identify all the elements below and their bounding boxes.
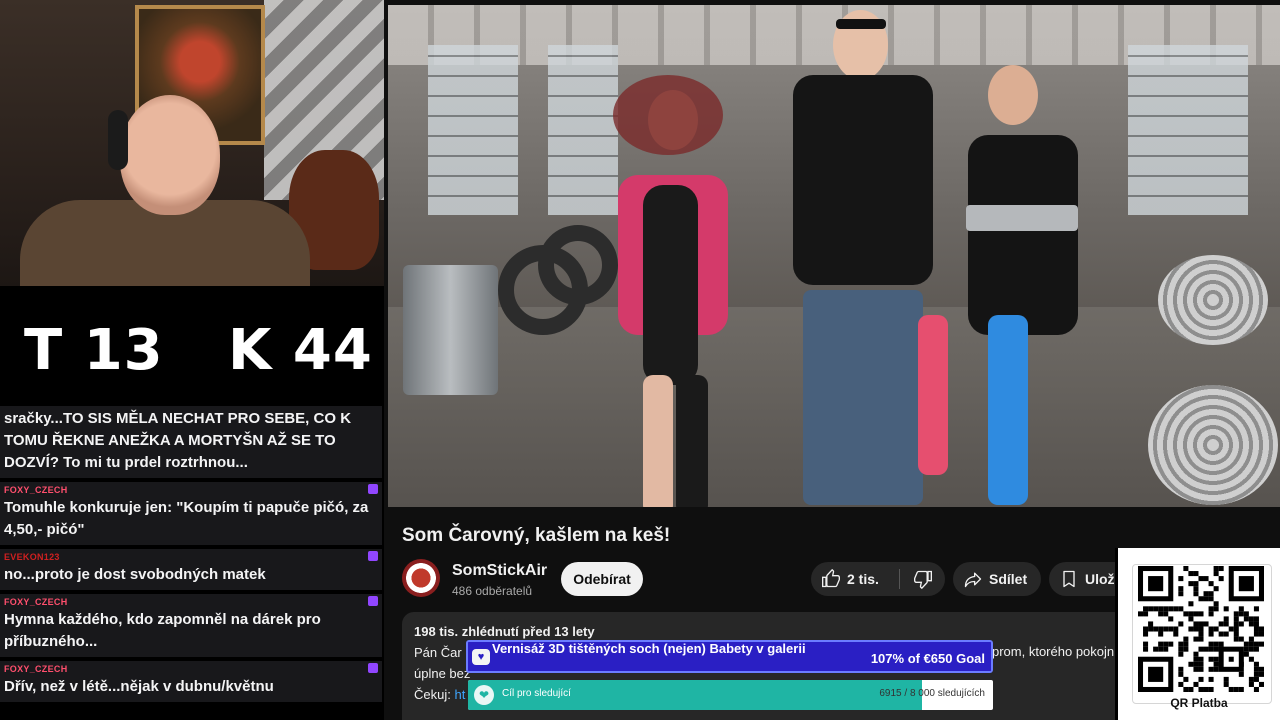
chat-panel: sračky...TO SIS MĚLA NECHAT PRO SEBE, CO… [0, 406, 382, 720]
heart-icon: ♥ [472, 649, 490, 665]
scoreboard: T 13 K 44 [0, 286, 384, 406]
chat-username[interactable]: FOXY_CZECH [4, 484, 378, 497]
video-player[interactable] [388, 5, 1280, 507]
subscribe-button[interactable]: Odebírat [561, 562, 643, 596]
chat-message: sračky...TO SIS MĚLA NECHAT PRO SEBE, CO… [0, 406, 382, 478]
description-label: Čekuj: [414, 687, 451, 702]
donation-goal-bar: ♥ Vernisáž 3D tištěných soch (nejen) Bab… [466, 640, 993, 673]
score-t: T 13 [24, 318, 164, 383]
chat-message: FOXY_CZECH Dřív, než v létě...nějak v du… [0, 661, 382, 702]
channel-name[interactable]: SomStickAir [452, 562, 547, 580]
donation-goal-value: 107% of €650 Goal [870, 651, 985, 666]
left-panel: T 13 K 44 sračky...TO SIS MĚLA NECHAT PR… [0, 0, 384, 720]
webcam-feed [0, 0, 384, 286]
share-arrow-icon [964, 572, 982, 588]
chat-message: FOXY_CZECH Tomuhle konkuruje jen: "Koupí… [0, 482, 382, 545]
chat-username[interactable]: FOXY_CZECH [4, 596, 378, 609]
subscriber-badge-icon [368, 484, 378, 494]
metal-barrel [403, 265, 498, 395]
chat-text: no...proto je dost svobodných matek [4, 566, 266, 583]
video-title: Som Čarovný, kašlem na keš! [402, 525, 671, 546]
thumbs-up-icon [822, 569, 840, 588]
share-button[interactable]: Sdílet [953, 562, 1041, 596]
qr-code-icon [1138, 566, 1264, 692]
chat-text: Tomuhle konkuruje jen: "Koupím ti papuče… [4, 499, 369, 538]
like-button[interactable]: 2 tis. [811, 562, 899, 596]
description-fragment: prom, ktorého pokojn [992, 644, 1115, 659]
score-k: K 44 [228, 318, 373, 383]
chat-message: FOXY_CZECH Hymna každého, kdo zapomněl n… [0, 594, 382, 657]
channel-avatar[interactable] [402, 559, 440, 597]
follower-goal-value: 6915 / 8 000 sledujících [879, 688, 985, 699]
subscriber-badge-icon [368, 596, 378, 606]
warehouse-window [1128, 45, 1248, 215]
qr-payment-box: QR Platba [1115, 548, 1280, 720]
streamer-head [120, 95, 220, 215]
chat-message: EVEKON123 no...proto je dost svobodných … [0, 549, 382, 590]
warehouse-window [428, 45, 518, 215]
like-count: 2 tis. [847, 571, 879, 587]
headphones [108, 110, 128, 170]
heart-hand-icon: ❤ [474, 685, 494, 705]
dislike-button[interactable] [900, 562, 945, 596]
follower-goal-label: Cíl pro sledující [502, 688, 571, 699]
views-and-date: 198 tis. zhlédnutí před 13 lety [414, 624, 595, 639]
like-dislike-group: 2 tis. [811, 562, 945, 596]
dancer-right [918, 65, 1088, 505]
donation-goal-label: Vernisáž 3D tištěných soch (nejen) Babet… [492, 641, 806, 656]
chat-text: Hymna každého, kdo zapomněl na dárek pro… [4, 611, 321, 650]
follower-goal-bar: ❤ Cíl pro sledující 6915 / 8 000 sledují… [468, 680, 993, 710]
chat-username[interactable]: FOXY_CZECH [4, 663, 378, 676]
stream-layout: T 13 K 44 sračky...TO SIS MĚLA NECHAT PR… [0, 0, 1280, 720]
share-label: Sdílet [989, 571, 1028, 587]
chat-text: sračky...TO SIS MĚLA NECHAT PRO SEBE, CO… [4, 410, 352, 471]
bookmark-icon [1063, 570, 1075, 588]
chat-text: Dřív, než v létě...nějak v dubnu/květnu [4, 678, 274, 695]
air-duct [1158, 255, 1268, 345]
chat-username[interactable]: EVEKON123 [4, 551, 378, 564]
subscriber-badge-icon [368, 551, 378, 561]
description-link[interactable]: ht [454, 687, 465, 702]
subscriber-badge-icon [368, 663, 378, 673]
dancer-left [598, 45, 748, 507]
qr-caption: QR Platba [1170, 696, 1228, 710]
air-duct [1148, 385, 1278, 505]
thumbs-down-icon [913, 570, 932, 589]
subscriber-count: 486 odběratelů [452, 584, 533, 598]
